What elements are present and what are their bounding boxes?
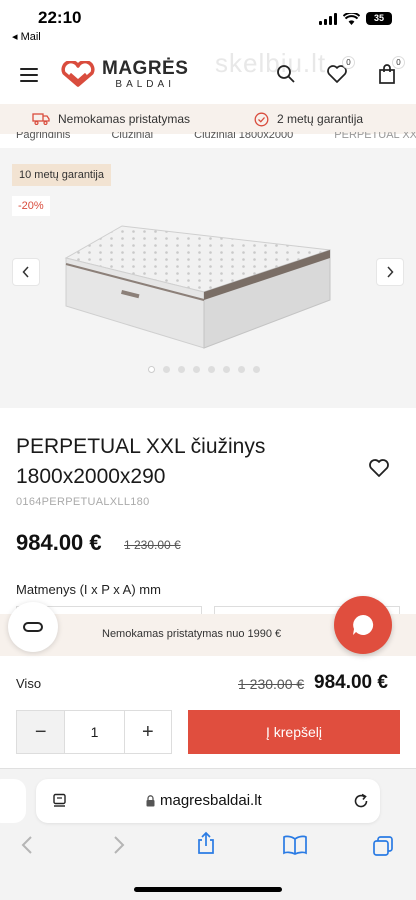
add-to-cart-button[interactable]: Į krepšelį — [188, 710, 400, 754]
bookmarks-icon[interactable] — [282, 835, 308, 855]
badge-check-icon — [254, 112, 269, 126]
chevron-right-icon — [387, 266, 394, 278]
discount-tag: -20% — [12, 196, 50, 216]
reload-icon[interactable] — [352, 792, 370, 810]
gallery-next-button[interactable] — [376, 258, 404, 286]
wifi-icon — [343, 12, 360, 25]
status-bar: 22:10 ◂ Mail 35 — [0, 0, 416, 44]
gallery-dot[interactable] — [178, 366, 185, 373]
gallery-dot[interactable] — [223, 366, 230, 373]
tabs-icon[interactable] — [372, 835, 394, 857]
logo-name: MAGRĖS — [102, 58, 189, 79]
gallery-dot[interactable] — [238, 366, 245, 373]
url-text: magresbaldai.lt — [160, 792, 262, 809]
chat-bubble-icon — [353, 614, 374, 635]
product-old-price: 1 230.00 € — [124, 538, 181, 552]
previous-tab-preview[interactable] — [0, 779, 26, 823]
back-to-mail-link[interactable]: ◂ Mail — [12, 30, 41, 43]
site-header: skelbiu.lt MAGRĖS BALDAI 0 0 — [0, 48, 416, 104]
gallery-prev-button[interactable] — [12, 258, 40, 286]
gallery-dot[interactable] — [163, 366, 170, 373]
product-price: 984.00 € — [16, 530, 102, 555]
battery-icon: 35 — [366, 12, 392, 25]
product-title: PERPETUAL XXL čiužinys 1800x2000x290 — [16, 435, 266, 488]
gallery-dot[interactable] — [253, 366, 260, 373]
increase-quantity-button[interactable]: + — [123, 711, 171, 753]
share-icon[interactable] — [196, 831, 216, 855]
add-to-wishlist-heart-icon[interactable] — [368, 458, 390, 478]
chat-button[interactable] — [334, 596, 392, 654]
total-label: Viso — [16, 676, 42, 691]
home-indicator — [134, 887, 282, 892]
site-logo[interactable]: MAGRĖS BALDAI — [60, 58, 188, 90]
promo-text: Nemokamas pristatymas nuo 1990 € — [102, 628, 282, 640]
chevron-left-icon — [22, 266, 29, 278]
gallery-dot[interactable] — [148, 366, 155, 373]
guarantee-tag: 10 metų garantija — [12, 164, 111, 186]
menu-icon[interactable] — [20, 68, 38, 82]
back-arrow-icon[interactable] — [20, 835, 34, 855]
warranty-text: 2 metų garantija — [277, 112, 364, 126]
free-shipping-info: Nemokamas pristatymas — [32, 112, 190, 126]
watermark: skelbiu.lt — [215, 48, 327, 78]
logo-heart-icon — [61, 61, 95, 87]
cart-count-badge: 0 — [392, 56, 405, 69]
breadcrumb-item[interactable]: Čiužiniai — [111, 132, 153, 141]
logo-subtitle: BALDAI — [115, 79, 175, 90]
gallery-pagination — [148, 366, 260, 373]
search-icon[interactable] — [276, 64, 296, 84]
product-sku: 0164PERPETUALXLL180 — [16, 496, 150, 508]
browser-toolbar: magresbaldai.lt — [0, 768, 416, 900]
cart-button[interactable]: 0 — [378, 56, 405, 89]
benefits-strip: Nemokamas pristatymas 2 metų garantija — [0, 104, 416, 134]
loop-widget-button[interactable] — [8, 602, 58, 652]
free-shipping-text: Nemokamas pristatymas — [58, 112, 191, 126]
browser-nav-bar — [0, 831, 416, 861]
lock-icon — [146, 794, 155, 806]
decrease-quantity-button[interactable]: − — [17, 711, 65, 753]
quantity-stepper: − 1 + — [16, 710, 172, 754]
dimensions-label: Matmenys (I x P x A) mm — [16, 582, 161, 597]
wishlist-count-badge: 0 — [342, 56, 355, 69]
total-old-price: 1 230.00 € — [238, 676, 305, 692]
total-price: 984.00 € — [314, 672, 388, 693]
page-menu-icon[interactable] — [52, 793, 68, 809]
breadcrumb-item[interactable]: Pagrindinis — [16, 132, 70, 141]
forward-arrow-icon[interactable] — [112, 835, 126, 855]
breadcrumb-item: PERPETUAL XX — [334, 132, 416, 141]
breadcrumb-item[interactable]: Čiužiniai 1800x2000 — [194, 132, 293, 141]
breadcrumb: Pagrindinis Čiužiniai Čiužiniai 1800x200… — [16, 132, 416, 142]
wishlist-button[interactable]: 0 — [326, 56, 355, 89]
gallery-dot[interactable] — [193, 366, 200, 373]
address-bar[interactable]: magresbaldai.lt — [36, 779, 380, 823]
truck-icon — [32, 113, 50, 125]
quantity-input[interactable]: 1 — [64, 711, 123, 753]
status-time: 22:10 — [38, 8, 82, 27]
gallery-dot[interactable] — [208, 366, 215, 373]
infinity-icon — [23, 622, 43, 632]
warranty-info: 2 metų garantija — [254, 112, 363, 127]
product-gallery[interactable]: 10 metų garantija -20% — [0, 148, 416, 408]
mattress-image — [64, 225, 331, 349]
signal-icon — [319, 12, 337, 25]
